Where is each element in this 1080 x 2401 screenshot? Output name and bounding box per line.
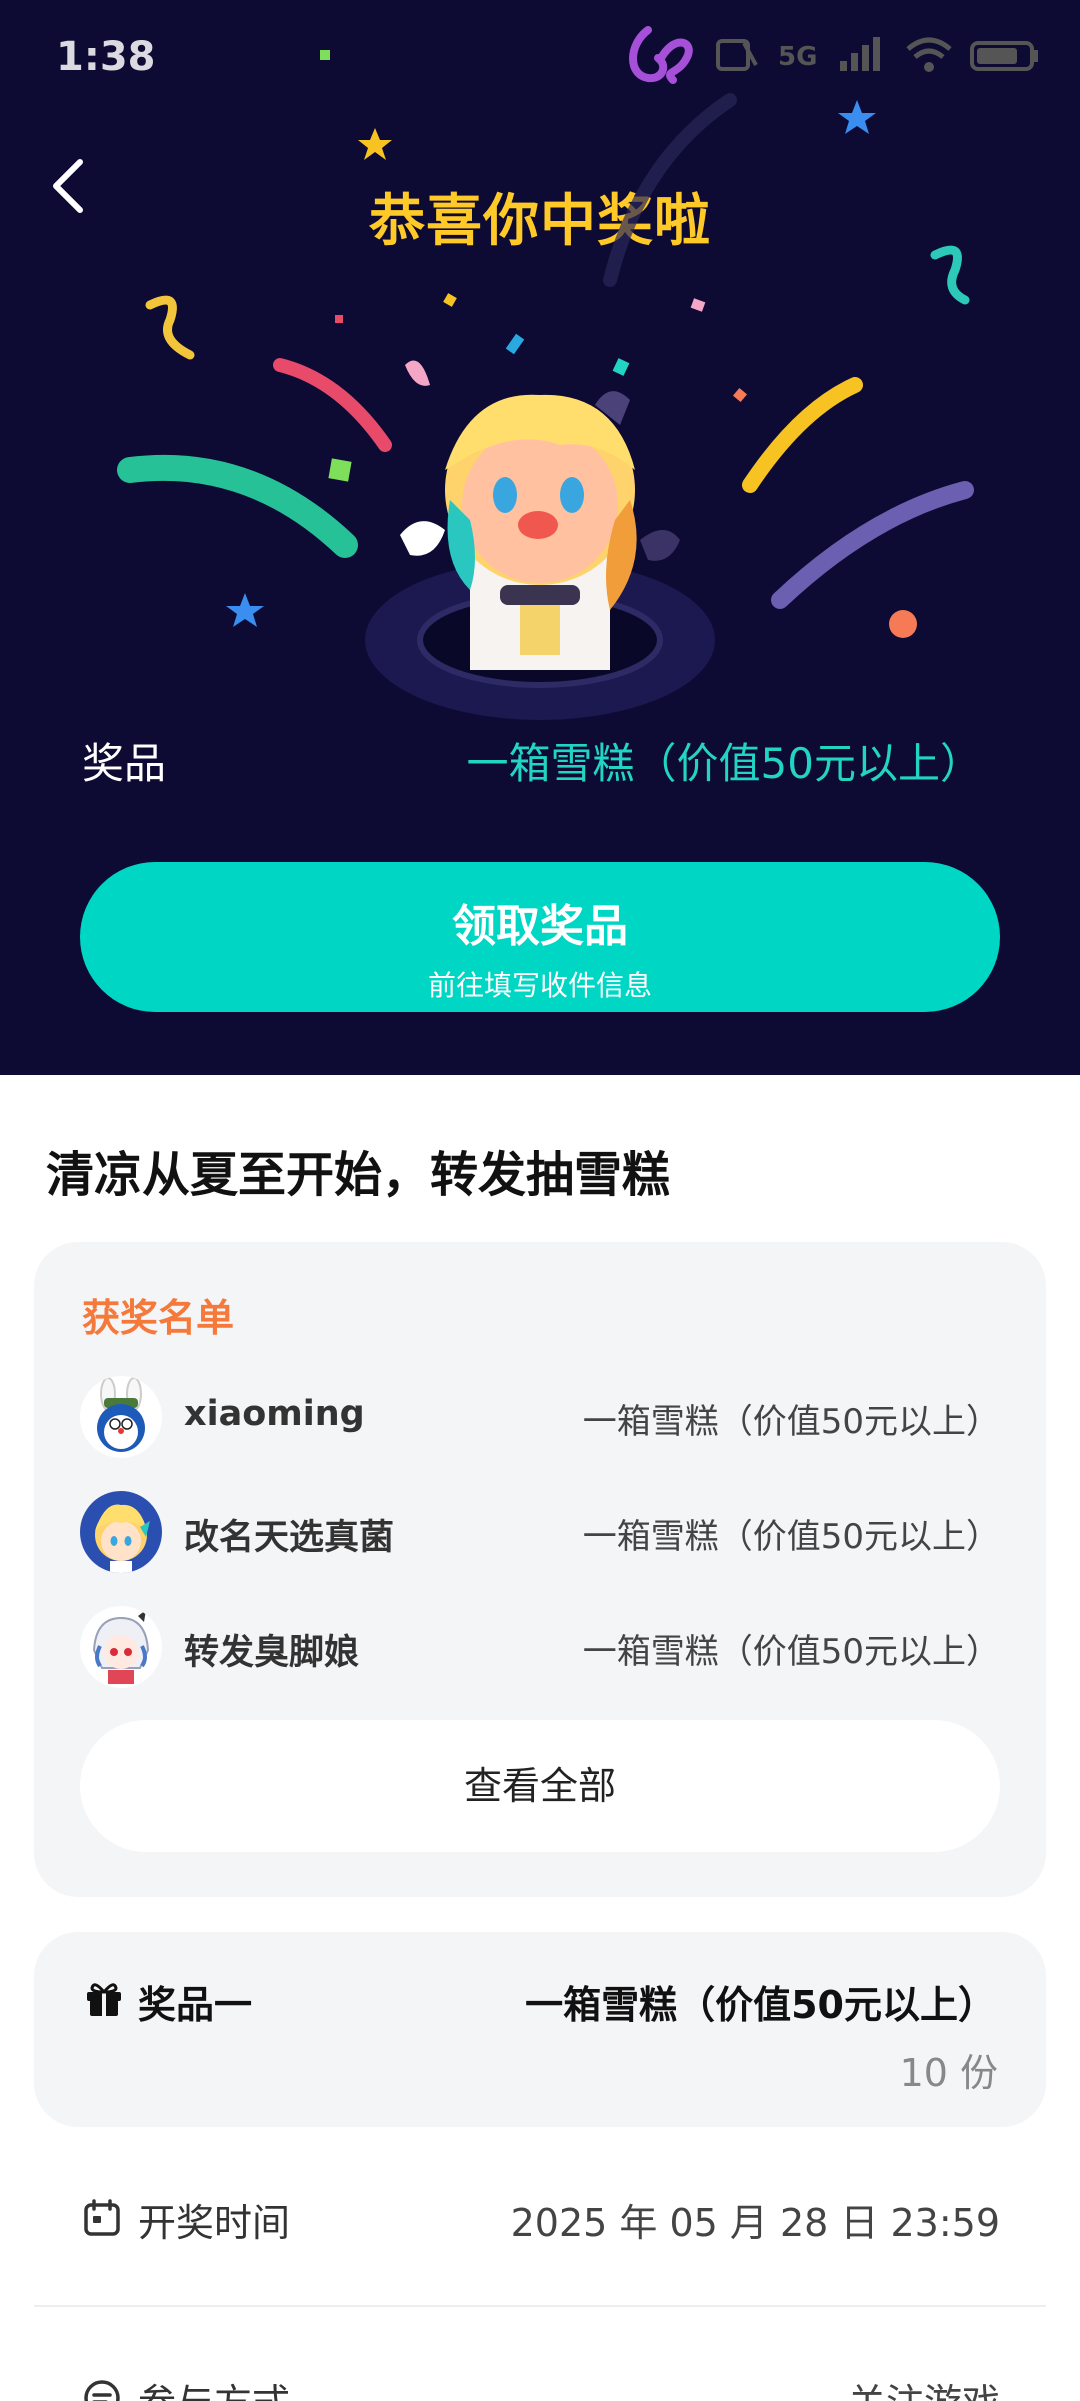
winner-name: xiaoming [184,1394,365,1434]
participation-value: 关注游戏 [848,2372,1000,2401]
hero-banner: 1:38 5G 恭喜你中奖啦 奖品 一箱雪糕（价值50元以上） 领取奖品 前往填… [0,0,1080,1075]
prize-quantity: 10 份 [899,2051,998,2095]
winner-prize: 一箱雪糕（价值50元以上） [582,1402,1000,1442]
winner-row[interactable]: xiaoming 一箱雪糕（价值50元以上） [80,1376,1000,1460]
participation-label: 参与方式 [138,2372,290,2401]
claim-prize-button[interactable]: 领取奖品 前往填写收件信息 [80,862,1000,1012]
winner-row[interactable]: 转发臭脚娘 一箱雪糕（价值50元以上） [80,1606,1000,1690]
winners-card: 获奖名单 xiaoming 一箱雪糕（价值50元以上） 改名天选真菌 一箱雪糕（… [34,1242,1046,1897]
draw-time-label: 开奖时间 [138,2201,291,2245]
claim-prize-label: 领取奖品 [452,901,628,952]
view-all-button[interactable]: 查看全部 [80,1720,1000,1852]
winners-heading: 获奖名单 [82,1296,235,1340]
winner-name: 改名天选真菌 [184,1518,395,1558]
prize-tier-label: 奖品一 [138,1983,253,2027]
winner-row[interactable]: 改名天选真菌 一箱雪糕（价值50元以上） [80,1491,1000,1575]
avatar [80,1491,162,1573]
participation-icon [84,2380,120,2401]
prize-row: 奖品 一箱雪糕（价值50元以上） [82,730,982,790]
prize-tier-card: 奖品一 一箱雪糕（价值50元以上） 10 份 [34,1932,1046,2127]
winner-prize: 一箱雪糕（价值50元以上） [582,1632,1000,1672]
participation-row: 参与方式 关注游戏 [82,2368,1000,2401]
winner-name: 转发臭脚娘 [184,1633,360,1673]
celebration-illustration [117,50,974,720]
prize-tier-value: 一箱雪糕（价值50元以上） [525,1983,996,2027]
avatar [80,1606,162,1688]
prize-value: 一箱雪糕（价值50元以上） [466,739,982,788]
draw-time-value: 2025 年 05 月 28 日 23:59 [510,2201,1000,2245]
gift-icon [87,1983,121,2016]
claim-prize-sublabel: 前往填写收件信息 [427,969,652,1002]
winner-prize: 一箱雪糕（价值50元以上） [582,1517,1000,1557]
prize-label: 奖品 [82,739,167,788]
divider [34,2305,1046,2307]
calendar-icon [84,2199,120,2236]
avatar [80,1376,162,1458]
campaign-title: 清凉从夏至开始，转发抽雪糕 [46,1147,671,1203]
draw-time-row: 开奖时间 2025 年 05 月 28 日 23:59 [82,2188,1000,2248]
